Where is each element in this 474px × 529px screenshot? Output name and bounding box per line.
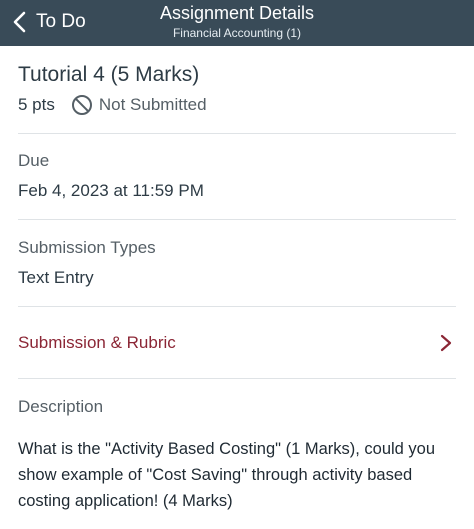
assignment-meta: 5 pts Not Submitted: [18, 93, 207, 117]
divider: [18, 219, 456, 220]
divider: [18, 133, 456, 134]
points-value: 5 pts: [18, 95, 55, 114]
submission-status: Not Submitted: [98, 95, 207, 114]
chevron-right-icon: [440, 334, 452, 352]
submission-types-label: Submission Types: [18, 238, 156, 257]
divider: [18, 306, 456, 307]
description-text: What is the "Activity Based Costing" (1 …: [18, 440, 436, 510]
submission-types-value: Text Entry: [18, 268, 94, 287]
submission-rubric-link[interactable]: Submission & Rubric: [18, 327, 456, 359]
description-label: Description: [18, 397, 104, 416]
not-submitted-icon: [71, 95, 92, 115]
assignment-title: Tutorial 4 (5 Marks): [18, 63, 200, 86]
divider: [18, 378, 456, 379]
course-subtitle: Financial Accounting (1): [172, 26, 302, 40]
page-title: Assignment Details: [159, 3, 315, 23]
due-value: Feb 4, 2023 at 11:59 PM: [18, 181, 204, 200]
submission-rubric-label: Submission & Rubric: [18, 333, 176, 352]
top-nav-bar: To Do Assignment Details Financial Accou…: [0, 0, 474, 46]
due-label: Due: [18, 151, 50, 170]
